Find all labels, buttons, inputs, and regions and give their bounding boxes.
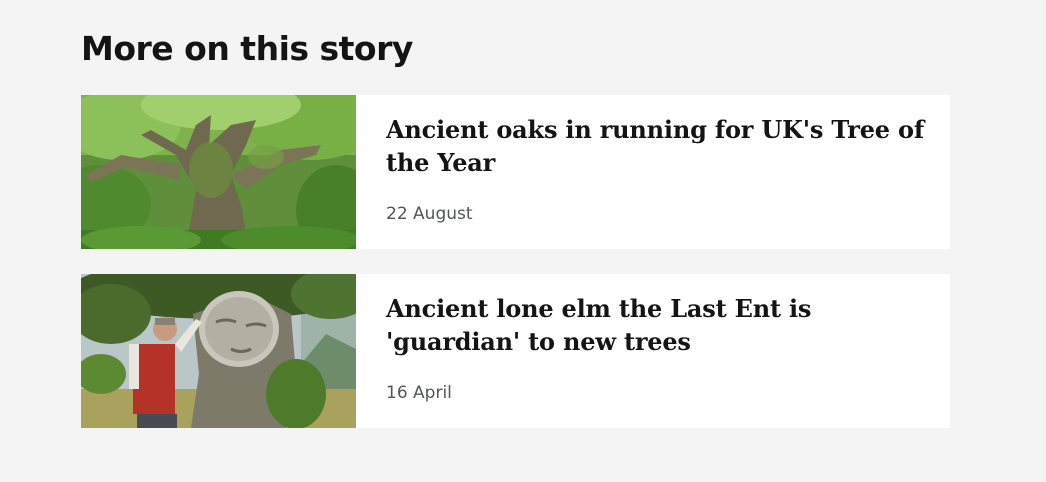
story-date: 16 April bbox=[386, 383, 452, 403]
story-headline[interactable]: Ancient oaks in running for UK's Tree of… bbox=[386, 113, 926, 179]
story-card-ancient-oaks[interactable]: Ancient oaks in running for UK's Tree of… bbox=[81, 95, 950, 249]
oak-tree-image bbox=[81, 95, 356, 249]
more-on-this-story-section: More on this story Ancient oaks in runni… bbox=[81, 27, 950, 428]
story-thumbnail-oak-tree[interactable] bbox=[81, 95, 356, 249]
section-title: More on this story bbox=[81, 29, 413, 68]
story-headline[interactable]: Ancient lone elm the Last Ent is 'guardi… bbox=[386, 292, 926, 358]
story-card-body: Ancient lone elm the Last Ent is 'guardi… bbox=[386, 292, 926, 358]
story-thumbnail-elm-tree[interactable] bbox=[81, 274, 356, 428]
story-card-last-ent-elm[interactable]: Ancient lone elm the Last Ent is 'guardi… bbox=[81, 274, 950, 428]
elm-tree-face-image bbox=[81, 274, 356, 428]
story-date: 22 August bbox=[386, 204, 473, 224]
story-card-body: Ancient oaks in running for UK's Tree of… bbox=[386, 113, 926, 179]
